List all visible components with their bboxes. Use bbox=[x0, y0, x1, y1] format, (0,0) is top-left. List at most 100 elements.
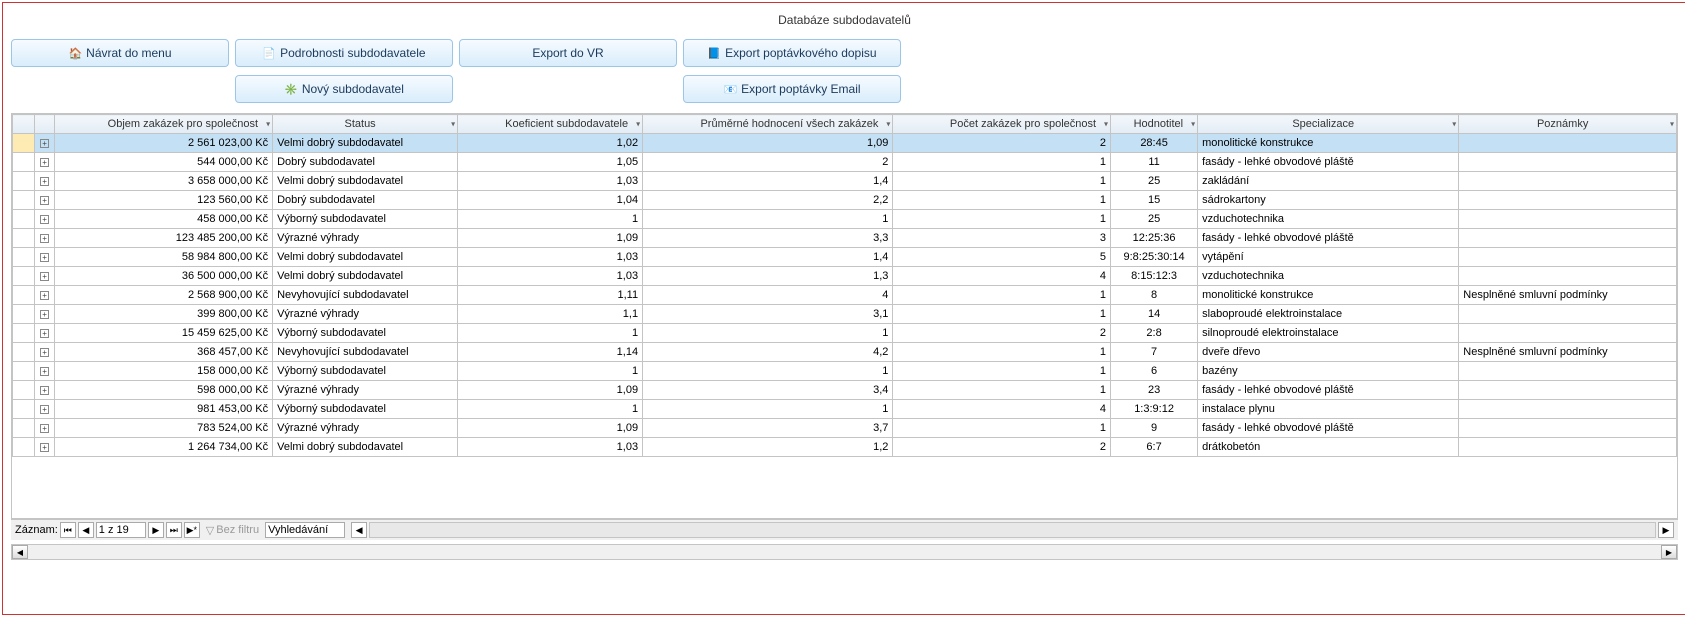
cell-status[interactable]: Výrazné výhrady bbox=[273, 419, 458, 438]
cell-pocet[interactable]: 5 bbox=[893, 248, 1111, 267]
cell-pocet[interactable]: 4 bbox=[893, 267, 1111, 286]
cell-koef[interactable]: 1 bbox=[458, 324, 643, 343]
cell-hodnotitel[interactable]: 2:8 bbox=[1111, 324, 1198, 343]
table-row[interactable]: +58 984 800,00 KčVelmi dobrý subdodavate… bbox=[13, 248, 1677, 267]
cell-specializace[interactable]: fasády - lehké obvodové pláště bbox=[1198, 153, 1459, 172]
dropdown-icon[interactable]: ▾ bbox=[451, 120, 455, 129]
expand-cell[interactable]: + bbox=[34, 229, 55, 248]
plus-icon[interactable]: + bbox=[40, 443, 49, 452]
outer-horizontal-scrollbar[interactable]: ◀ ▶ bbox=[11, 544, 1678, 560]
cell-specializace[interactable]: drátkobetón bbox=[1198, 438, 1459, 457]
cell-objem[interactable]: 783 524,00 Kč bbox=[55, 419, 273, 438]
dropdown-icon[interactable]: ▾ bbox=[636, 120, 640, 129]
col-header-hodnotitel[interactable]: Hodnotitel▾ bbox=[1111, 115, 1198, 134]
cell-hodnotitel[interactable]: 12:25:36 bbox=[1111, 229, 1198, 248]
cell-prumer[interactable]: 1,2 bbox=[643, 438, 893, 457]
cell-hodnotitel[interactable]: 8 bbox=[1111, 286, 1198, 305]
expand-cell[interactable]: + bbox=[34, 134, 55, 153]
cell-poznamky[interactable] bbox=[1459, 305, 1677, 324]
plus-icon[interactable]: + bbox=[40, 215, 49, 224]
expand-cell[interactable]: + bbox=[34, 210, 55, 229]
cell-prumer[interactable]: 1,4 bbox=[643, 172, 893, 191]
new-sub-button[interactable]: Nový subdodavatel bbox=[235, 75, 453, 103]
cell-objem[interactable]: 1 264 734,00 Kč bbox=[55, 438, 273, 457]
cell-poznamky[interactable] bbox=[1459, 324, 1677, 343]
col-header-status[interactable]: Status▾ bbox=[273, 115, 458, 134]
cell-status[interactable]: Nevyhovující subdodavatel bbox=[273, 343, 458, 362]
expand-cell[interactable]: + bbox=[34, 172, 55, 191]
cell-prumer[interactable]: 1 bbox=[643, 400, 893, 419]
cell-status[interactable]: Výrazné výhrady bbox=[273, 381, 458, 400]
cell-poznamky[interactable] bbox=[1459, 210, 1677, 229]
cell-prumer[interactable]: 1 bbox=[643, 324, 893, 343]
plus-icon[interactable]: + bbox=[40, 253, 49, 262]
cell-objem[interactable]: 981 453,00 Kč bbox=[55, 400, 273, 419]
table-row[interactable]: +123 560,00 KčDobrý subdodavatel1,042,21… bbox=[13, 191, 1677, 210]
cell-poznamky[interactable]: Nesplněné smluvní podmínky bbox=[1459, 343, 1677, 362]
cell-specializace[interactable]: sádrokartony bbox=[1198, 191, 1459, 210]
cell-status[interactable]: Velmi dobrý subdodavatel bbox=[273, 438, 458, 457]
cell-koef[interactable]: 1,09 bbox=[458, 229, 643, 248]
row-selector[interactable] bbox=[13, 305, 35, 324]
prev-record-button[interactable]: ◀ bbox=[78, 522, 94, 538]
col-header-pocet[interactable]: Počet zakázek pro společnost▾ bbox=[893, 115, 1111, 134]
cell-pocet[interactable]: 1 bbox=[893, 381, 1111, 400]
expand-cell[interactable]: + bbox=[34, 153, 55, 172]
cell-status[interactable]: Nevyhovující subdodavatel bbox=[273, 286, 458, 305]
row-selector[interactable] bbox=[13, 172, 35, 191]
table-row[interactable]: +368 457,00 KčNevyhovující subdodavatel1… bbox=[13, 343, 1677, 362]
col-header-objem[interactable]: Objem zakázek pro společnost▾ bbox=[55, 115, 273, 134]
cell-pocet[interactable]: 1 bbox=[893, 191, 1111, 210]
cell-hodnotitel[interactable]: 6:7 bbox=[1111, 438, 1198, 457]
plus-icon[interactable]: + bbox=[40, 234, 49, 243]
cell-status[interactable]: Velmi dobrý subdodavatel bbox=[273, 248, 458, 267]
plus-icon[interactable]: + bbox=[40, 386, 49, 395]
col-header-prumer[interactable]: Průměrné hodnocení všech zakázek▾ bbox=[643, 115, 893, 134]
expand-cell[interactable]: + bbox=[34, 381, 55, 400]
plus-icon[interactable]: + bbox=[40, 139, 49, 148]
cell-poznamky[interactable] bbox=[1459, 172, 1677, 191]
cell-hodnotitel[interactable]: 9:8:25:30:14 bbox=[1111, 248, 1198, 267]
cell-hodnotitel[interactable]: 25 bbox=[1111, 210, 1198, 229]
record-position-input[interactable] bbox=[96, 522, 146, 538]
row-selector[interactable] bbox=[13, 229, 35, 248]
plus-icon[interactable]: + bbox=[40, 196, 49, 205]
table-row[interactable]: +158 000,00 KčVýborný subdodavatel1116ba… bbox=[13, 362, 1677, 381]
cell-prumer[interactable]: 1 bbox=[643, 210, 893, 229]
cell-pocet[interactable]: 3 bbox=[893, 229, 1111, 248]
row-selector[interactable] bbox=[13, 419, 35, 438]
cell-pocet[interactable]: 2 bbox=[893, 134, 1111, 153]
cell-pocet[interactable]: 1 bbox=[893, 153, 1111, 172]
expand-cell[interactable]: + bbox=[34, 324, 55, 343]
cell-specializace[interactable]: zakládání bbox=[1198, 172, 1459, 191]
cell-hodnotitel[interactable]: 11 bbox=[1111, 153, 1198, 172]
col-header-poznamky[interactable]: Poznámky▾ bbox=[1459, 115, 1677, 134]
dropdown-icon[interactable]: ▾ bbox=[1104, 120, 1108, 129]
cell-prumer[interactable]: 2,2 bbox=[643, 191, 893, 210]
table-row[interactable]: +399 800,00 KčVýrazné výhrady1,13,1114sl… bbox=[13, 305, 1677, 324]
cell-koef[interactable]: 1,04 bbox=[458, 191, 643, 210]
cell-objem[interactable]: 544 000,00 Kč bbox=[55, 153, 273, 172]
cell-koef[interactable]: 1 bbox=[458, 362, 643, 381]
expand-cell[interactable]: + bbox=[34, 191, 55, 210]
cell-specializace[interactable]: bazény bbox=[1198, 362, 1459, 381]
cell-prumer[interactable]: 1 bbox=[643, 362, 893, 381]
table-row[interactable]: +15 459 625,00 KčVýborný subdodavatel112… bbox=[13, 324, 1677, 343]
cell-poznamky[interactable] bbox=[1459, 267, 1677, 286]
dropdown-icon[interactable]: ▾ bbox=[1670, 120, 1674, 129]
table-row[interactable]: +458 000,00 KčVýborný subdodavatel11125v… bbox=[13, 210, 1677, 229]
cell-poznamky[interactable] bbox=[1459, 400, 1677, 419]
cell-hodnotitel[interactable]: 8:15:12:3 bbox=[1111, 267, 1198, 286]
cell-pocet[interactable]: 1 bbox=[893, 172, 1111, 191]
cell-hodnotitel[interactable]: 6 bbox=[1111, 362, 1198, 381]
cell-specializace[interactable]: monolitické konstrukce bbox=[1198, 286, 1459, 305]
cell-objem[interactable]: 3 658 000,00 Kč bbox=[55, 172, 273, 191]
cell-hodnotitel[interactable]: 9 bbox=[1111, 419, 1198, 438]
table-row[interactable]: +783 524,00 KčVýrazné výhrady1,093,719fa… bbox=[13, 419, 1677, 438]
back-button[interactable]: Návrat do menu bbox=[11, 39, 229, 67]
scroll-left-button[interactable]: ◀ bbox=[12, 545, 28, 559]
cell-koef[interactable]: 1,03 bbox=[458, 172, 643, 191]
cell-status[interactable]: Výborný subdodavatel bbox=[273, 324, 458, 343]
cell-poznamky[interactable] bbox=[1459, 229, 1677, 248]
inner-scroll-right[interactable]: ▶ bbox=[1658, 522, 1674, 538]
